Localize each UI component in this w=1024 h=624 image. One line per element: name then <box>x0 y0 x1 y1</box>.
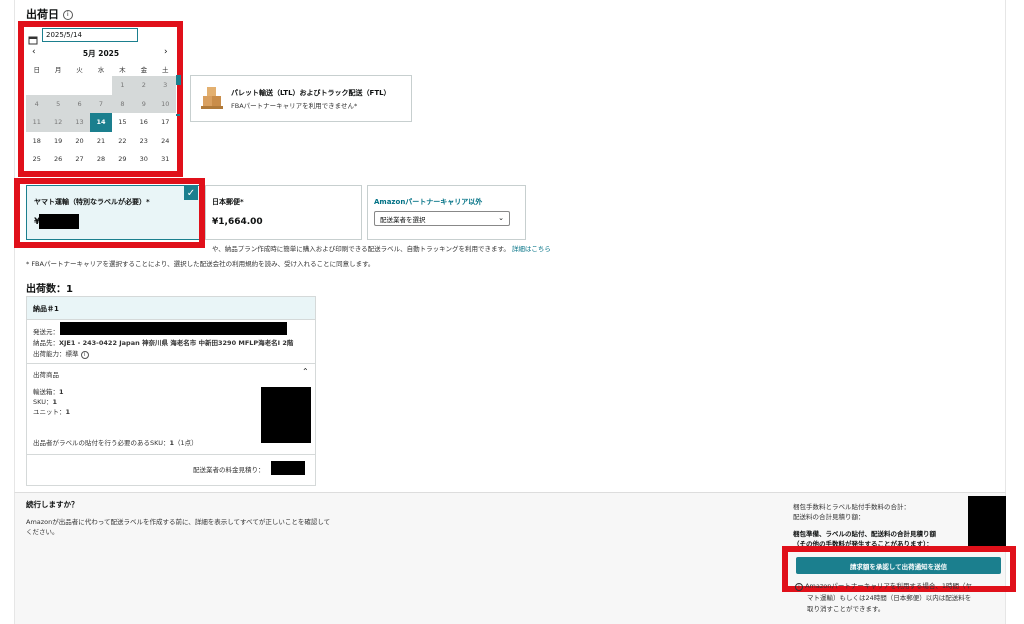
shipment-box-title: 納品＃1 <box>33 305 59 313</box>
ship-date-title: 出荷日 i <box>26 6 73 22</box>
option-tab-marker-bottom <box>176 114 180 116</box>
fee-total-label: 梱包手数料とラベル貼付手数料の合計： <box>793 503 910 511</box>
grand-total-line-1: 梱包準備、ラベルの貼付、配送料の合計見積り額 <box>793 530 936 538</box>
highlight-datepicker <box>18 21 183 177</box>
carrier-quote-label: 配送業者の料金見積り： <box>193 466 265 474</box>
products-title: 出荷商品 <box>33 371 59 379</box>
ship-to: 納品先：XJE1 - 243-0422 Japan 神奈川県 海老名市 中新田3… <box>33 339 294 347</box>
product-image-redacted <box>261 387 311 443</box>
continue-title: 続行しますか？ <box>26 500 79 509</box>
details-link[interactable]: 詳細はこちら <box>512 245 551 253</box>
shipping-estimate-label: 配送料の合計見積り額： <box>793 513 865 521</box>
cancel-info-line-3: 取り消すことができます。 <box>807 605 885 613</box>
highlight-yamato <box>14 178 205 248</box>
label-sku-info: 出品者がラベルの貼付を行う必要のあるSKU：1（1点） <box>33 439 198 447</box>
chevron-up-icon[interactable]: ⌃ <box>302 367 309 376</box>
capability-info-icon[interactable]: i <box>80 351 89 359</box>
pallet-option-title: パレット輸送（LTL）およびトラック配送（FTL） <box>231 89 391 97</box>
cancel-info-line-1: i Amazonパートナーキャリアを利用する場合、1時間（ヤ <box>795 580 972 591</box>
carrier-note-2: * FBAパートナーキャリアを選択することにより、選択した配送会社の利用規約を読… <box>26 260 375 268</box>
japanpost-label: 日本郵便* <box>212 198 244 206</box>
continue-desc-2: ください。 <box>26 528 59 536</box>
boxes-count: 輸送箱：1 <box>33 388 64 396</box>
cancel-info-line-2: マト運輸）もしくは24時間（日本郵便）以内は配送料を <box>807 594 972 602</box>
divider <box>27 363 315 364</box>
chevron-down-icon: ⌄ <box>498 214 504 222</box>
carrier-note-1: や、納品プラン作成時に簡単に購入および印刷できる配送ラベル、自動トラッキングを利… <box>212 245 551 253</box>
carrier-quote-redacted <box>271 461 305 475</box>
pallet-ltl-ftl-option[interactable]: パレット輸送（LTL）およびトラック配送（FTL） FBAパートナーキャリアを利… <box>190 75 412 122</box>
pallet-boxes-icon <box>197 84 227 114</box>
totals-redacted <box>968 496 1006 546</box>
ship-capability: 出荷能力：標準 i <box>33 348 89 359</box>
ship-from-redacted <box>60 322 287 335</box>
option-tab-marker <box>176 75 181 85</box>
shipment-box-header: 納品＃1 <box>27 297 315 320</box>
japanpost-price: ¥1,664.00 <box>212 217 263 227</box>
amazon-other-label: Amazonパートナーキャリア以外 <box>374 198 483 206</box>
ship-from: 発送元： <box>33 328 59 336</box>
info-circle-icon: i <box>795 583 803 591</box>
carrier-japanpost-option[interactable]: 日本郵便* ¥1,664.00 <box>205 185 362 240</box>
shipment-box: 納品＃1 発送元： 納品先：XJE1 - 243-0422 Japan 神奈川県… <box>26 296 316 486</box>
divider <box>27 454 315 455</box>
info-icon[interactable]: i <box>62 10 73 20</box>
carrier-select[interactable]: 配送業者を選択 ⌄ <box>374 211 510 226</box>
pallet-option-subtitle: FBAパートナーキャリアを利用できません* <box>231 102 358 110</box>
continue-desc-1: Amazonが出品者に代わって配送ラベルを作成する前に、詳細を表示してすべてが正… <box>26 518 331 526</box>
sku-count: SKU：1 <box>33 398 58 406</box>
shipment-count: 出荷数：1 <box>26 284 73 295</box>
carrier-other-option[interactable]: Amazonパートナーキャリア以外 配送業者を選択 ⌄ <box>367 185 526 240</box>
units-count: ユニット：1 <box>33 408 71 416</box>
